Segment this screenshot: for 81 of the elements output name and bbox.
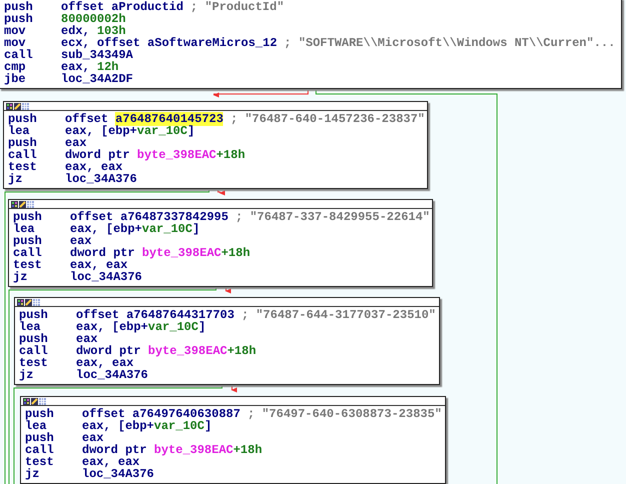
instruction-operand: eax (70, 235, 92, 247)
code-comment: ; "76487-644-3177037-23510" (241, 309, 436, 321)
instruction-mnemonic: push (19, 309, 49, 321)
instruction-mnemonic: push (13, 235, 43, 247)
instruction-operand: sub_34349A (61, 49, 134, 61)
code-comment: ; "SOFTWARE\\Microsoft\\Windows NT\\Curren"... (284, 37, 616, 49)
pencil-icon[interactable] (14, 102, 21, 110)
instruction-operand: dword ptr byte_398EAC+18h (70, 247, 250, 259)
instruction-operand: loc_34A2DF (61, 73, 134, 85)
instruction-operand: eax (82, 432, 104, 444)
instruction-operand: eax (65, 137, 87, 149)
instruction-mnemonic: jz (8, 173, 24, 185)
instruction-operand: eax, [ebp+var_10C] (82, 420, 212, 432)
instruction-mnemonic: push (25, 432, 55, 444)
pencil-icon[interactable] (25, 298, 32, 306)
instruction-operand: loc_34A376 (82, 468, 154, 480)
instruction-operand: offset a76487644317703 (76, 309, 234, 321)
pencil-icon[interactable] (19, 200, 26, 208)
instruction-mnemonic: jz (25, 468, 40, 480)
instruction-operand: eax, eax (82, 456, 140, 468)
color-palette-icon[interactable] (23, 398, 30, 404)
instruction-mnemonic: push (4, 13, 34, 25)
instruction-operand: loc_34A376 (65, 173, 138, 185)
instruction-mnemonic: call (13, 247, 43, 259)
instruction-operand: eax (76, 333, 98, 345)
instruction-mnemonic: call (19, 345, 49, 357)
code-block[interactable]: push offset a76497640630887 ; "76497-640-6308873-23835" lea eax, [ebp+var_10C] push eax call dword ptr byte_398EAC+18h test eax, eax jz loc_34A376 (20, 396, 446, 484)
instruction-mnemonic: push (8, 113, 38, 125)
instruction-operand: edx, 103h (61, 25, 126, 37)
code-block[interactable]: push offset a76487640145723 ; "76487-640-1457236-23837" lea eax, [ebp+var_10C] push eax call dword ptr byte_398EAC+18h test eax, eax jz loc_34A376 (3, 101, 428, 189)
instruction-mnemonic: push (8, 137, 38, 149)
code-block[interactable]: push offset a76487337842995 ; "76487-337-8429955-22614" lea eax, [ebp+var_10C] push eax call dword ptr byte_398EAC+18h test eax, eax jz loc_34A376 (8, 199, 433, 287)
color-palette-icon[interactable] (11, 200, 18, 208)
instruction-operand: offset a76487337842995 (70, 211, 228, 223)
instruction-mnemonic: test (13, 259, 43, 271)
instruction-operand: offset a76497640630887 (82, 408, 240, 420)
instruction-mnemonic: jz (19, 369, 34, 381)
instruction-operand: dword ptr byte_398EAC+18h (65, 149, 246, 161)
instruction-mnemonic: test (8, 161, 38, 173)
code-comment: ; "76487-337-8429955-22614" (235, 211, 430, 223)
instruction-operand: eax, eax (65, 161, 123, 173)
instruction-mnemonic: mov (4, 25, 26, 37)
instruction-mnemonic: lea (8, 125, 30, 137)
instruction-mnemonic: lea (19, 321, 41, 333)
instruction-operand: dword ptr byte_398EAC+18h (76, 345, 256, 357)
instruction-mnemonic: push (4, 1, 34, 13)
instruction-mnemonic: push (13, 211, 43, 223)
pencil-icon[interactable] (31, 398, 38, 404)
instruction-operand: eax, 12h (61, 61, 119, 73)
instruction-mnemonic: test (25, 456, 55, 468)
instruction-operand: loc_34A376 (70, 271, 142, 283)
instruction-mnemonic: call (4, 49, 34, 61)
instruction-operand: offset aProductid (61, 1, 184, 13)
instruction-mnemonic: test (19, 357, 49, 369)
code-comment: ; "76497-640-6308873-23835" (247, 408, 442, 420)
instruction-mnemonic: mov (4, 37, 26, 49)
instruction-mnemonic: push (19, 333, 49, 345)
instruction-mnemonic: lea (25, 420, 47, 432)
code-comment: ; "76487-640-1457236-23837" (230, 113, 425, 125)
instruction-mnemonic: jz (13, 271, 28, 283)
code-comment: ; "ProductId" (190, 1, 284, 13)
code-block[interactable]: push offset a76487644317703 ; "76487-644-3177037-23510" lea eax, [ebp+var_10C] push eax call dword ptr byte_398EAC+18h test eax, eax jz loc_34A376 (14, 297, 440, 385)
instruction-operand: eax, [ebp+var_10C] (65, 125, 195, 137)
instruction-operand: eax, eax (76, 357, 134, 369)
instruction-mnemonic: push (25, 408, 55, 420)
instruction-mnemonic: call (25, 444, 55, 456)
code-block[interactable]: push offset aProductid ; "ProductId" push 80000002h mov edx, 103h mov ecx, offset aSoftwareMicros_12 ; "SOFTWARE\\Microsoft\\Windows NT\\Curren"... call sub_34349A cmp eax, 12h jbe loc_34A2DF (0, 0, 622, 89)
instruction-operand: eax, eax (70, 259, 128, 271)
instruction-operand: eax, [ebp+var_10C] (70, 223, 200, 235)
instruction-mnemonic: call (8, 149, 38, 161)
instruction-operand: dword ptr byte_398EAC+18h (82, 444, 262, 456)
instruction-operand: eax, [ebp+var_10C] (76, 321, 206, 333)
color-palette-icon[interactable] (17, 298, 24, 306)
instruction-operand: offset a76487640145723 (65, 113, 224, 125)
instruction-operand: 80000002h (61, 13, 126, 25)
instruction-operand: loc_34A376 (76, 369, 148, 381)
instruction-mnemonic: jbe (4, 73, 27, 85)
instruction-mnemonic: cmp (4, 61, 27, 73)
instruction-mnemonic: lea (13, 223, 35, 235)
instruction-operand: ecx, offset aSoftwareMicros_12 (61, 37, 278, 49)
color-palette-icon[interactable] (6, 102, 13, 110)
